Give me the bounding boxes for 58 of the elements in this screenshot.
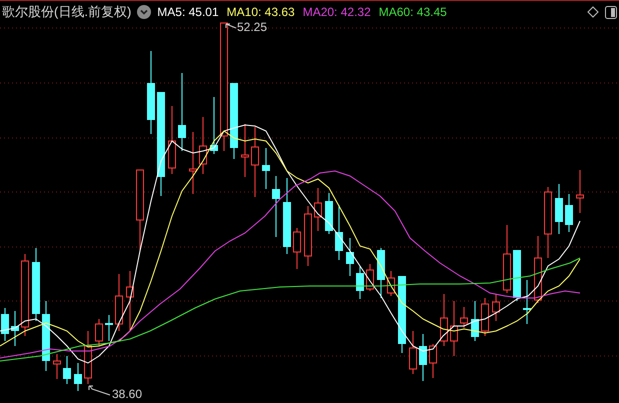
candlestick — [11, 310, 19, 346]
moving-average-value: MA60: 43.45 — [378, 4, 447, 21]
candlestick — [335, 204, 343, 260]
candlestick — [429, 344, 437, 378]
candlestick — [544, 186, 552, 258]
candlestick — [366, 264, 374, 292]
price-label: 38.60 — [112, 387, 142, 401]
candlestick — [95, 318, 103, 346]
candlestick — [293, 228, 301, 270]
candlestick — [168, 106, 176, 174]
candlestick — [304, 206, 312, 266]
candlestick — [210, 96, 218, 154]
candlestick — [84, 330, 92, 384]
candlestick — [555, 184, 563, 234]
leader-line — [226, 24, 236, 28]
candlestick — [105, 314, 113, 342]
candlestick — [74, 362, 82, 392]
price-label: 52.25 — [237, 20, 268, 34]
candlestick — [503, 224, 511, 294]
candlestick — [199, 116, 207, 174]
candlestick — [534, 236, 542, 304]
candlestick — [460, 306, 468, 328]
candlestick — [126, 270, 134, 332]
dropdown-icon[interactable] — [137, 5, 152, 19]
candlestick — [523, 280, 531, 324]
candlestick — [576, 170, 584, 214]
candlestick — [53, 354, 61, 380]
candlestick — [346, 238, 354, 276]
candlestick — [251, 126, 259, 198]
leader-line — [88, 386, 110, 396]
candlestick — [450, 300, 458, 356]
panel-icon[interactable] — [605, 6, 617, 18]
moving-average-value: MA10: 43.63 — [226, 4, 295, 21]
moving-average-value: MA20: 42.32 — [302, 4, 371, 21]
candlestick — [42, 300, 50, 372]
candlestick — [513, 250, 521, 302]
candlestick — [356, 266, 364, 300]
candlestick — [1, 308, 9, 342]
candlestick — [565, 194, 573, 232]
candlestick — [419, 334, 427, 382]
candlestick — [492, 294, 500, 322]
candlestick — [314, 188, 322, 232]
moving-average-value: MA5: 45.01 — [157, 4, 219, 21]
candlestick — [241, 124, 249, 178]
candlestick — [481, 298, 489, 336]
candlestick — [440, 294, 448, 346]
candlestick — [63, 356, 71, 384]
diamond-icon[interactable] — [587, 6, 599, 18]
candlestick — [262, 148, 270, 190]
candlestick — [115, 274, 123, 332]
candlestick — [189, 132, 197, 194]
candlestick — [409, 330, 417, 374]
chart-title: 歌尔股份(日线.前复权) — [2, 3, 132, 22]
candlestick — [387, 270, 395, 296]
candlestick — [471, 300, 479, 342]
candlestick — [325, 192, 333, 234]
candlestick — [272, 176, 280, 238]
candlestick — [377, 248, 385, 298]
